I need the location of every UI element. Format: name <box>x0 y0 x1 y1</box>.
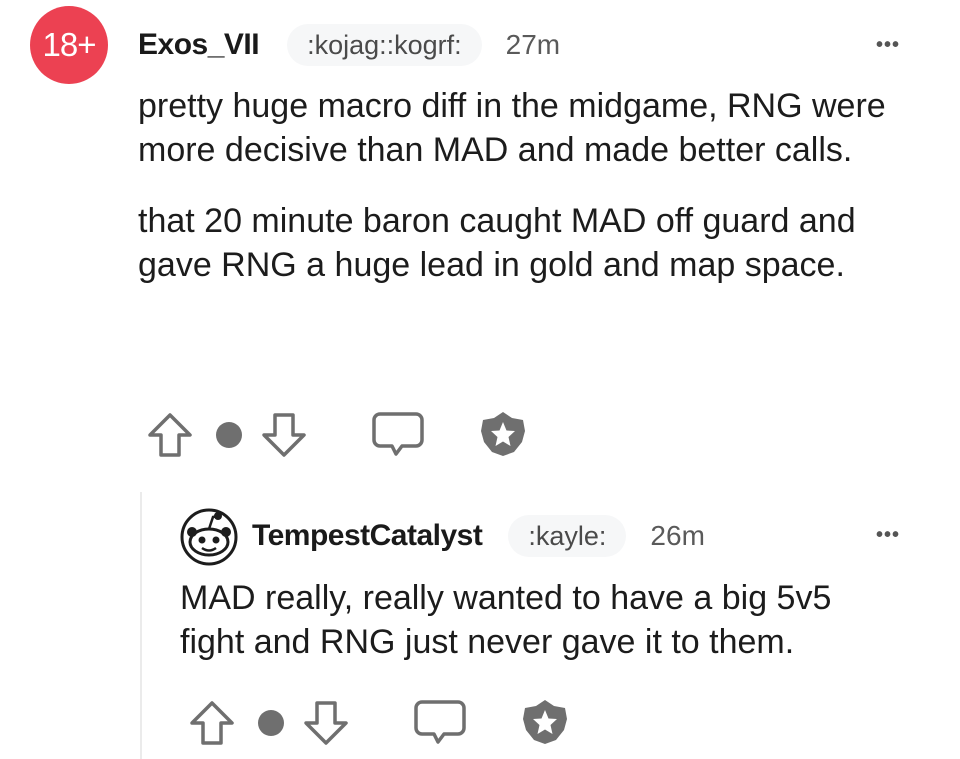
comment-actions <box>144 410 528 460</box>
more-options-button[interactable]: ••• <box>876 34 900 57</box>
user-flair: :kojag::kogrf: <box>287 24 482 66</box>
snoo-avatar-icon[interactable] <box>180 508 238 566</box>
vote-dot-icon <box>214 420 244 450</box>
username[interactable]: TempestCatalyst <box>252 519 483 553</box>
comment-header: Exos_VII :kojag::kogrf: 27m <box>138 23 560 67</box>
reply-header: TempestCatalyst :kayle: 26m <box>252 514 705 558</box>
reply-actions <box>186 698 570 748</box>
user-flair: :kayle: <box>508 515 627 557</box>
username[interactable]: Exos_VII <box>138 28 260 62</box>
user-avatar[interactable]: 18+ <box>30 6 108 84</box>
timestamp: 27m <box>505 29 561 60</box>
downvote-arrow-icon[interactable] <box>300 699 352 747</box>
upvote-arrow-icon[interactable] <box>144 411 196 459</box>
upvote-arrow-icon[interactable] <box>186 699 238 747</box>
reply-speech-bubble-icon[interactable] <box>412 698 468 748</box>
award-star-icon[interactable] <box>478 410 528 460</box>
more-options-button[interactable]: ••• <box>876 524 900 547</box>
comment-paragraph: pretty huge macro diff in the midgame, R… <box>138 87 886 169</box>
award-star-icon[interactable] <box>520 698 570 748</box>
comment-paragraph: that 20 minute baron caught MAD off guar… <box>138 202 856 284</box>
avatar-label: 18+ <box>42 26 97 63</box>
thread-line[interactable] <box>140 492 142 759</box>
comment-body: pretty huge macro diff in the midgame, R… <box>138 84 898 287</box>
downvote-arrow-icon[interactable] <box>258 411 310 459</box>
timestamp: 26m <box>650 520 705 551</box>
vote-dot-icon <box>256 708 286 738</box>
reply-paragraph: MAD really, really wanted to have a big … <box>180 579 832 661</box>
reply-body: MAD really, really wanted to have a big … <box>180 576 900 664</box>
reply-speech-bubble-icon[interactable] <box>370 410 426 460</box>
